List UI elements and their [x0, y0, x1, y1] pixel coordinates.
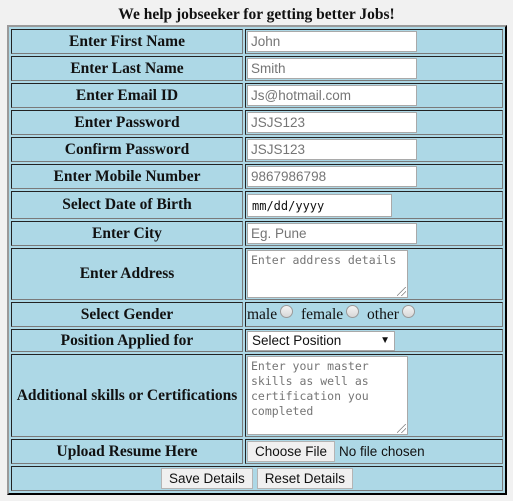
position-label: Position Applied for — [11, 329, 243, 352]
reset-details-button[interactable]: Reset Details — [256, 468, 353, 489]
row-dob: Select Date of Birth mm/dd/yyyy — [11, 191, 503, 219]
gender-radio-male[interactable] — [280, 305, 294, 318]
skills-placeholder: Enter your master skills as well as cert… — [251, 359, 376, 418]
gender-option-male-label: male — [247, 306, 278, 323]
dob-input[interactable]: mm/dd/yyyy — [247, 193, 392, 217]
row-mobile: Enter Mobile Number 9867986798 — [11, 164, 503, 189]
gender-radio-other[interactable] — [401, 305, 415, 318]
city-input[interactable]: Eg. Pune — [247, 223, 417, 244]
gender-radio-female[interactable] — [346, 305, 360, 318]
dropdown-arrow-icon: ▼ — [380, 335, 390, 346]
first-name-input[interactable]: John — [247, 31, 417, 52]
actions-cell: Save Details Reset Details — [11, 466, 503, 491]
gender-label: Select Gender — [11, 302, 243, 327]
file-status: No file chosen — [339, 444, 425, 459]
gender-option-female-label: female — [301, 306, 344, 323]
mobile-input[interactable]: 9867986798 — [247, 166, 417, 187]
row-skills: Additional skills or Certifications Ente… — [11, 354, 503, 437]
dob-label: Select Date of Birth — [11, 191, 243, 219]
row-confirm-password: Confirm Password JSJS123 — [11, 137, 503, 162]
gender-radio-group: male female other — [245, 302, 503, 327]
registration-form-table: Enter First Name John Enter Last Name Sm… — [7, 25, 507, 495]
confirm-password-input[interactable]: JSJS123 — [247, 139, 417, 160]
skills-label: Additional skills or Certifications — [11, 354, 243, 437]
row-first-name: Enter First Name John — [11, 29, 503, 54]
row-address: Enter Address Enter address details — [11, 248, 503, 300]
confirm-password-label: Confirm Password — [11, 137, 243, 162]
row-actions: Save Details Reset Details — [11, 466, 503, 491]
email-label: Enter Email ID — [11, 83, 243, 108]
position-select[interactable]: Select Position ▼ — [247, 330, 395, 351]
first-name-label: Enter First Name — [11, 29, 243, 54]
choose-file-button[interactable]: Choose File — [247, 441, 336, 462]
address-label: Enter Address — [11, 248, 243, 300]
address-placeholder: Enter address details — [251, 253, 397, 267]
resume-label: Upload Resume Here — [11, 439, 243, 464]
mobile-label: Enter Mobile Number — [11, 164, 243, 189]
position-selected-value: Select Position — [252, 333, 342, 348]
password-label: Enter Password — [11, 110, 243, 135]
save-details-button[interactable]: Save Details — [161, 468, 253, 489]
skills-textarea[interactable]: Enter your master skills as well as cert… — [247, 356, 408, 435]
resize-grip-icon[interactable] — [397, 424, 406, 433]
row-resume: Upload Resume Here Choose File No file ch… — [11, 439, 503, 464]
row-city: Enter City Eg. Pune — [11, 221, 503, 246]
row-gender: Select Gender male female other — [11, 302, 503, 327]
email-input[interactable]: Js@hotmail.com — [247, 85, 417, 106]
address-textarea[interactable]: Enter address details — [247, 250, 408, 298]
row-email: Enter Email ID Js@hotmail.com — [11, 83, 503, 108]
row-position: Position Applied for Select Position ▼ — [11, 329, 503, 352]
resize-grip-icon[interactable] — [397, 287, 406, 296]
city-label: Enter City — [11, 221, 243, 246]
row-last-name: Enter Last Name Smith — [11, 56, 503, 81]
password-input[interactable]: JSJS123 — [247, 112, 417, 133]
last-name-label: Enter Last Name — [11, 56, 243, 81]
last-name-input[interactable]: Smith — [247, 58, 417, 79]
gender-option-other-label: other — [367, 306, 399, 323]
row-password: Enter Password JSJS123 — [11, 110, 503, 135]
page-title: We help jobseeker for getting better Job… — [118, 6, 395, 23]
